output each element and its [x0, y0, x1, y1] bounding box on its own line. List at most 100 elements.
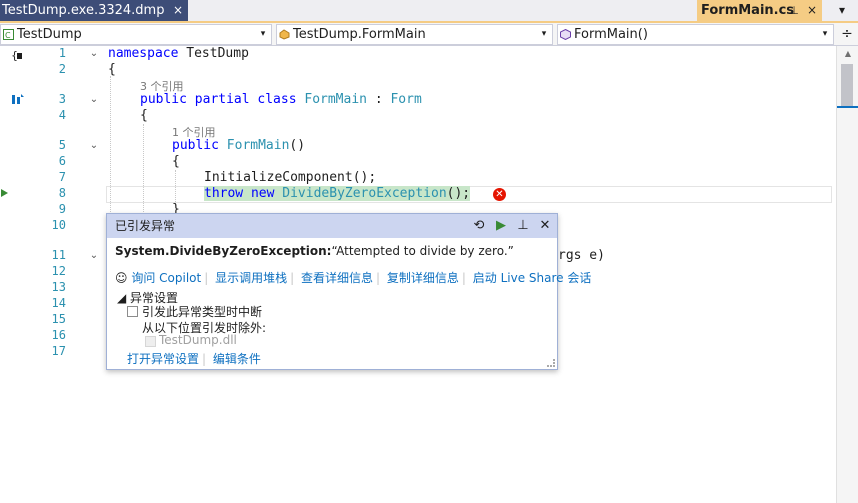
- edit-conditions-link[interactable]: 编辑条件: [213, 352, 261, 366]
- code-line-7: InitializeComponent();: [204, 170, 376, 185]
- line-number: 9: [58, 202, 66, 216]
- current-statement-arrow-icon: [1, 189, 8, 197]
- break-on-exception-checkbox[interactable]: [127, 306, 138, 317]
- open-exception-settings-link[interactable]: 打开异常设置: [127, 352, 199, 366]
- show-call-stack-link[interactable]: 显示调用堆栈: [215, 271, 287, 285]
- brace: {: [108, 62, 116, 77]
- brace: {: [140, 108, 148, 123]
- line-number: 1: [58, 46, 66, 60]
- tab-overflow-menu-icon[interactable]: ▾: [832, 0, 852, 21]
- resize-grip-icon[interactable]: [547, 359, 555, 367]
- svg-text:C: C: [5, 31, 11, 40]
- keyword: public: [172, 138, 219, 153]
- csharp-project-icon: C: [3, 29, 14, 40]
- line-number: 14: [51, 296, 66, 310]
- type-name: FormMain: [304, 92, 367, 107]
- parameter-text: rgs e): [558, 248, 605, 263]
- type-name: DivideByZeroException: [282, 186, 447, 201]
- line-number: 4: [58, 108, 66, 122]
- method-call: InitializeComponent();: [204, 170, 377, 185]
- project-dropdown[interactable]: C TestDump ▾: [0, 24, 272, 45]
- break-on-exception-label: 引发此异常类型时中断: [142, 305, 263, 319]
- implements-icon: [12, 94, 24, 104]
- chevron-down-icon: ▾: [822, 29, 828, 39]
- line-number: 5: [58, 138, 66, 152]
- dll-exclude-label: TestDump.dll: [159, 333, 237, 347]
- collapse-chevron-icon[interactable]: ⌄: [88, 140, 100, 151]
- line-number: 13: [51, 280, 66, 294]
- keyword: public partial class: [140, 92, 297, 107]
- code-line-1: namespace TestDump: [108, 46, 249, 61]
- code-map-icon: {: [11, 49, 22, 62]
- collapse-chevron-icon[interactable]: ⌄: [88, 250, 100, 261]
- chevron-down-icon: ▾: [260, 29, 266, 39]
- exception-popup-header: 已引发异常 ⟲ ▶ ⊥ ✕: [107, 214, 557, 238]
- copy-details-link[interactable]: 复制详细信息: [387, 271, 459, 285]
- project-dropdown-label: TestDump: [17, 27, 82, 42]
- tab-pin-icon[interactable]: ⊥: [786, 0, 802, 21]
- error-icon[interactable]: ✕: [493, 188, 506, 201]
- keyword: new: [243, 186, 283, 201]
- vertical-scrollbar[interactable]: ▲: [836, 46, 858, 503]
- line-number: 6: [58, 154, 66, 168]
- exception-type: System.DivideByZeroException:: [115, 244, 332, 258]
- line-number: 7: [58, 170, 66, 184]
- exception-popup-title: 已引发异常: [115, 219, 176, 233]
- base-type-name: Form: [390, 92, 422, 107]
- line-number: 12: [51, 264, 66, 278]
- keyword: namespace: [108, 46, 179, 61]
- tab-close-icon[interactable]: ×: [804, 0, 820, 21]
- navigation-bar: C TestDump ▾ TestDump.FormMain ▾ FormMai…: [0, 23, 858, 46]
- copilot-icon: ☺: [115, 271, 128, 285]
- punctuation: ();: [446, 186, 471, 201]
- pin-icon[interactable]: ⊥: [513, 216, 533, 236]
- split-window-icon[interactable]: ÷: [837, 24, 857, 45]
- line-number: 11: [51, 248, 66, 262]
- code-line-11-tail: rgs e): [558, 248, 605, 263]
- scrollbar-thumb[interactable]: [841, 64, 853, 108]
- line-number: 8: [58, 186, 66, 200]
- document-tab-strip: TestDump.exe.3324.dmp × FormMain.cs ⊥ × …: [0, 0, 858, 23]
- method-icon: [560, 29, 571, 40]
- continue-icon[interactable]: ▶: [491, 216, 511, 236]
- keyword: throw: [204, 186, 244, 201]
- code-line-4: {: [140, 108, 148, 123]
- caret-position-marker: [837, 106, 858, 108]
- tab-dump-file[interactable]: TestDump.exe.3324.dmp: [0, 0, 188, 21]
- dll-exclude-checkbox: [145, 336, 156, 347]
- scroll-up-icon[interactable]: ▲: [837, 46, 858, 62]
- member-dropdown-label: FormMain(): [574, 27, 648, 42]
- svg-text:{: {: [11, 49, 18, 62]
- exception-text: “Attempted to divide by zero.”: [331, 244, 514, 258]
- close-icon[interactable]: ✕: [535, 216, 555, 236]
- line-number: 2: [58, 62, 66, 76]
- paren: (): [289, 138, 306, 153]
- class-icon: [279, 29, 290, 40]
- code-line-6: {: [172, 154, 180, 169]
- tab-dump-close-icon[interactable]: ×: [168, 0, 188, 21]
- line-number: 17: [51, 344, 66, 358]
- class-dropdown[interactable]: TestDump.FormMain ▾: [276, 24, 553, 45]
- colon: :: [367, 92, 391, 107]
- tab-dump-file-label: TestDump.exe.3324.dmp: [2, 3, 165, 18]
- member-dropdown[interactable]: FormMain() ▾: [557, 24, 834, 45]
- exception-statement-highlight: throw new DivideByZeroException();: [204, 186, 471, 201]
- settings-links: 打开异常设置 | 编辑条件: [127, 352, 261, 366]
- brace: {: [172, 154, 180, 169]
- history-icon[interactable]: ⟲: [469, 216, 489, 236]
- line-number: 16: [51, 328, 66, 342]
- class-dropdown-label: TestDump.FormMain: [293, 27, 426, 42]
- live-share-link[interactable]: 启动 Live Share 会话: [473, 271, 592, 285]
- collapse-chevron-icon[interactable]: ⌄: [88, 94, 100, 105]
- tab-formmain-label: FormMain.cs: [701, 3, 795, 18]
- code-line-3: public partial class FormMain : Form: [140, 92, 422, 107]
- view-details-link[interactable]: 查看详细信息: [301, 271, 373, 285]
- code-line-5: public FormMain(): [172, 138, 305, 153]
- chevron-down-icon: ▾: [541, 29, 547, 39]
- code-line-2: {: [108, 62, 116, 77]
- collapse-chevron-icon[interactable]: ⌄: [88, 48, 100, 59]
- identifier: TestDump: [178, 46, 249, 61]
- ask-copilot-link[interactable]: 询问 Copilot: [131, 271, 201, 285]
- line-number: 3: [58, 92, 66, 106]
- exception-helper-popup: 已引发异常 ⟲ ▶ ⊥ ✕ System.DivideByZeroExcepti…: [106, 213, 591, 370]
